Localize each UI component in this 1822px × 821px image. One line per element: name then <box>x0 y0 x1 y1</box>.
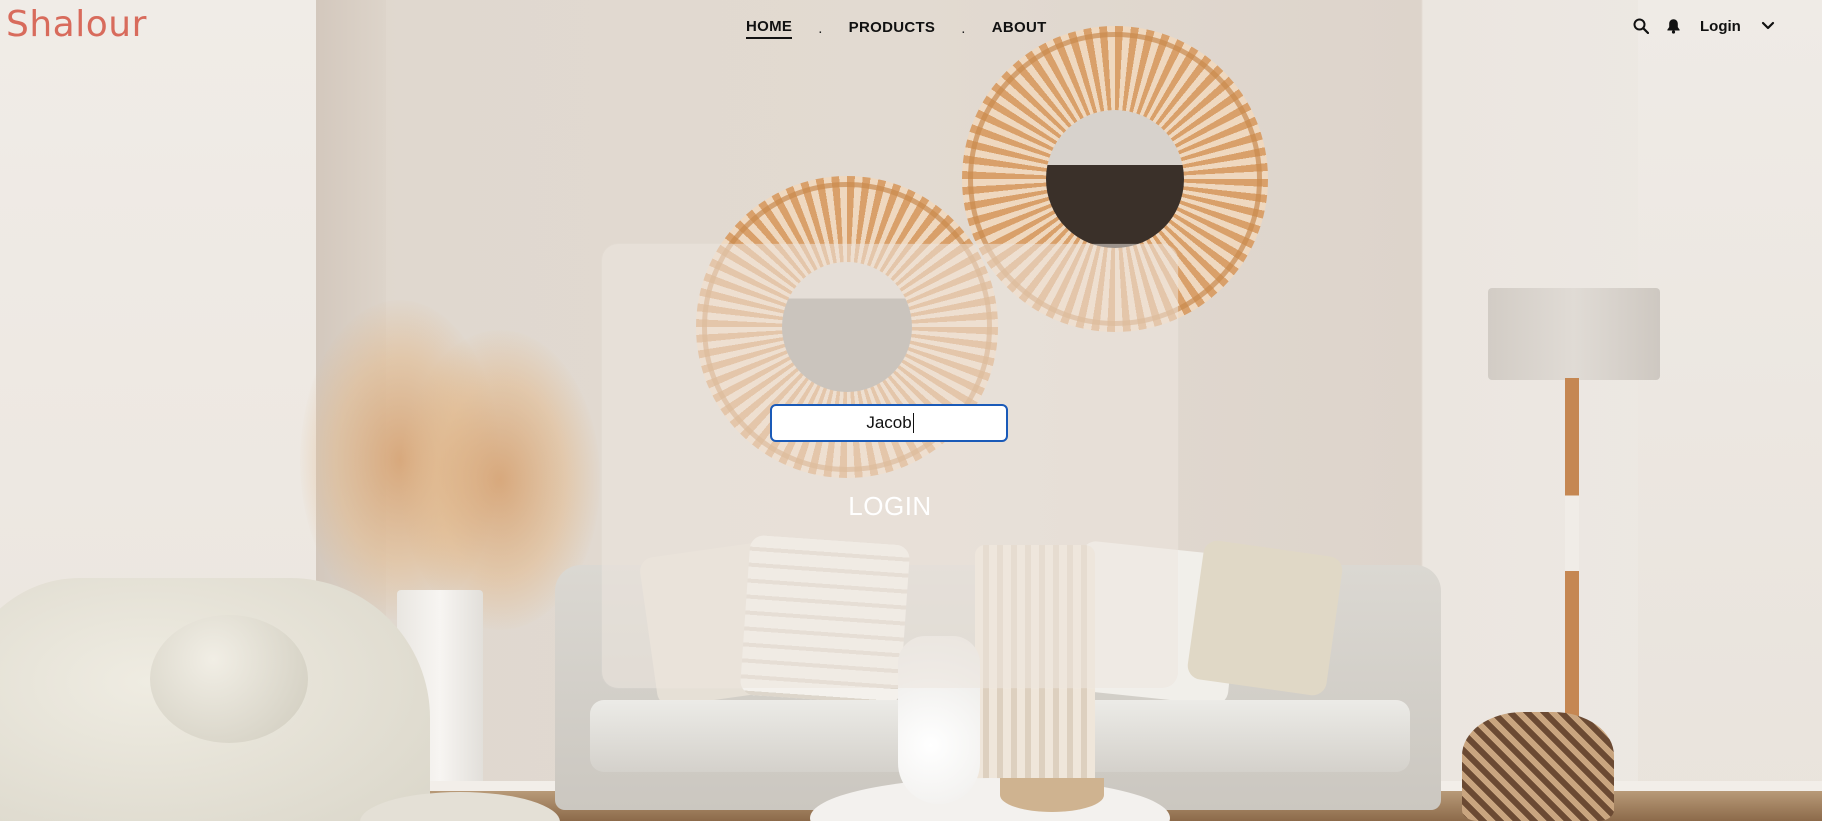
top-navigation: Shalour HOME . PRODUCTS . ABOUT Login <box>0 0 1822 52</box>
nav-separator: . <box>818 20 823 37</box>
text-cursor <box>913 413 914 433</box>
round-cushion <box>150 615 308 743</box>
lamp-pole <box>1565 378 1579 723</box>
search-icon[interactable] <box>1632 17 1650 35</box>
nav-about[interactable]: ABOUT <box>992 19 1047 38</box>
main-menu: HOME . PRODUCTS . ABOUT <box>746 18 1047 39</box>
login-dropdown[interactable]: Login <box>1700 17 1777 35</box>
login-button[interactable]: LOGIN <box>800 488 980 524</box>
login-link[interactable]: Login <box>1700 18 1741 35</box>
login-card <box>602 244 1178 688</box>
wall-right-panel <box>1638 0 1822 821</box>
pillow <box>1185 538 1345 698</box>
nav-home[interactable]: HOME <box>746 18 793 39</box>
nav-products[interactable]: PRODUCTS <box>849 19 936 38</box>
bowl <box>1000 778 1104 812</box>
bell-icon[interactable] <box>1664 17 1682 35</box>
woven-basket <box>1462 712 1614 821</box>
nav-separator: . <box>961 20 966 37</box>
lamp-shade <box>1488 288 1660 380</box>
username-input[interactable] <box>770 404 1008 442</box>
chevron-down-icon[interactable] <box>1759 17 1777 35</box>
header-tools: Login <box>1632 17 1777 35</box>
brand-logo[interactable]: Shalour <box>6 4 147 45</box>
